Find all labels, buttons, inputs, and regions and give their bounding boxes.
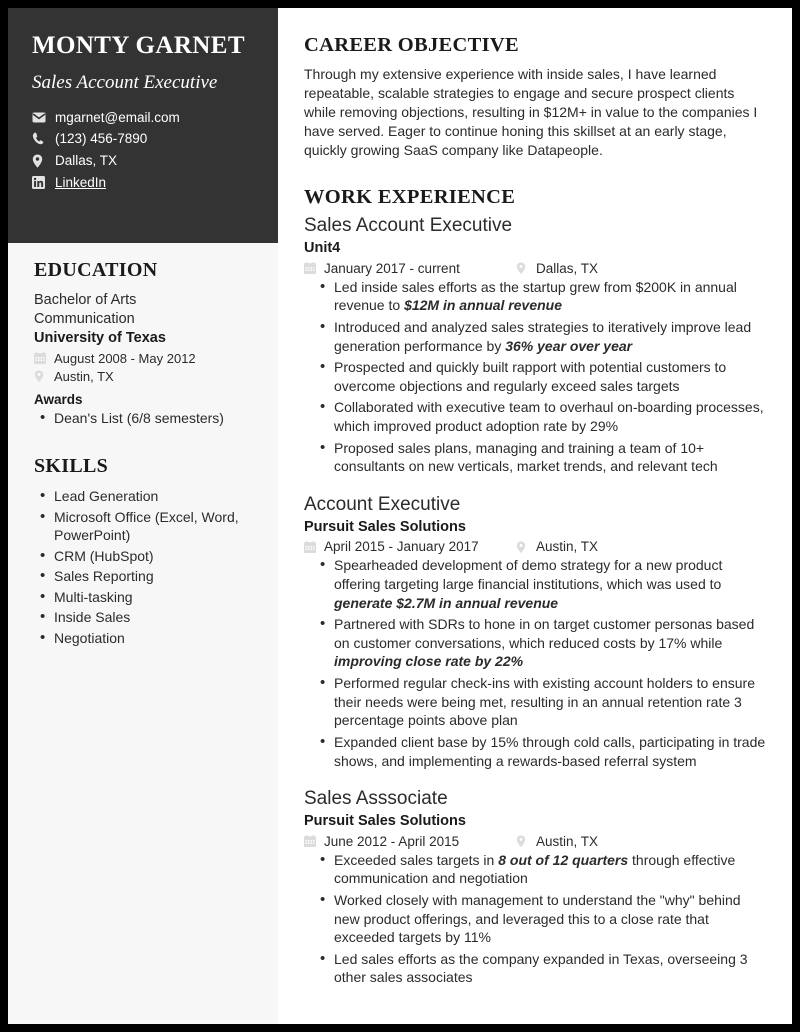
job-location-text: Austin, TX [536,833,599,849]
list-item: Worked closely with management to unders… [304,890,770,947]
list-item: Collaborated with executive team to over… [304,397,770,435]
job-location-text: Dallas, TX [536,260,599,276]
list-item: CRM (HubSpot) [34,546,256,566]
job-location: Dallas, TX [516,261,598,276]
location-pin-icon [516,262,531,275]
list-item: Exceeded sales targets in 8 out of 12 qu… [304,850,770,888]
job-dates: January 2017 - current [304,261,516,276]
education-degree-line2: Communication [34,310,135,327]
page-title: MONTY GARNET [32,32,245,59]
job-dates: April 2015 - January 2017 [304,539,516,554]
job-role: Account Executive [304,493,461,515]
career-objective-section: CAREER OBJECTIVE Through my extensive ex… [304,34,770,160]
list-item: Prospected and quickly built rapport wit… [304,357,770,395]
education-section: EDUCATION Bachelor of Arts Communication… [34,259,256,428]
contact-list: mgarnet@email.com (123) 456-7890 Dallas,… [32,111,254,190]
location-pin-icon [516,541,531,553]
location-pin-icon [34,370,49,383]
list-item: Led sales efforts as the company expande… [304,949,770,987]
job-role: Sales Account Executive [304,215,513,237]
awards-list: Dean's List (6/8 semesters) [34,408,256,428]
education-location-text: Austin, TX [54,368,114,384]
location-pin-icon [32,154,50,168]
list-item: Inside Sales [34,607,256,627]
contact-phone-text: (123) 456-7890 [55,131,148,147]
job-entry: Account Executive Pursuit Sales Solutions… [304,493,770,770]
education-dates-text: August 2008 - May 2012 [54,350,196,366]
list-item: Sales Reporting [34,566,256,586]
contact-email-text: mgarnet@email.com [55,109,180,125]
career-objective-heading: CAREER OBJECTIVE [304,34,519,56]
calendar-icon [304,540,319,553]
resume-page: MONTY GARNET Sales Account Executive mga… [8,8,792,1024]
header-block: MONTY GARNET Sales Account Executive mga… [8,8,278,243]
contact-item-linkedin[interactable]: LinkedIn [32,176,254,190]
phone-icon [32,132,50,145]
job-company: Pursuit Sales Solutions [304,518,466,535]
job-company: Unit4 [304,239,341,256]
job-location: Austin, TX [516,834,598,849]
skills-section: SKILLS Lead Generation Microsoft Office … [34,455,256,648]
education-heading: EDUCATION [34,259,158,281]
education-school: University of Texas [34,330,166,347]
career-objective-text: Through my extensive experience with ins… [304,66,758,159]
job-dates-text: June 2012 - April 2015 [324,833,460,849]
list-item: Multi-tasking [34,587,256,607]
contact-location-text: Dallas, TX [55,152,118,168]
list-item: Lead Generation [34,486,256,506]
job-entry: Sales Asssociate Pursuit Sales Solutions J… [304,787,770,987]
education-location-row: Austin, TX [34,369,256,384]
job-entry: Sales Account Executive Unit4 January 2017… [304,214,770,476]
job-location-text: Austin, TX [536,539,599,555]
location-pin-icon [516,835,531,848]
work-experience-list: Sales Account Executive Unit4 January 2017… [304,214,770,987]
list-item: Dean's List (6/8 semesters) [34,408,256,428]
contact-item-email[interactable]: mgarnet@email.com [32,111,254,125]
list-item: Introduced and analyzed sales strategies… [304,317,770,355]
main-content: CAREER OBJECTIVE Through my extensive ex… [280,8,792,1024]
sidebar-body: EDUCATION Bachelor of Arts Communication… [8,243,278,659]
job-bullets: Spearheaded development of demo strategy… [304,555,770,770]
job-company: Pursuit Sales Solutions [304,812,466,829]
job-bullets: Exceeded sales targets in 8 out of 12 qu… [304,850,770,987]
education-degree-line1: Bachelor of Arts [34,292,137,308]
job-dates-text: April 2015 - January 2017 [324,539,479,555]
header-job-title: Sales Account Executive [32,71,218,93]
education-dates-row: August 2008 - May 2012 [34,351,256,366]
contact-item-location: Dallas, TX [32,154,254,168]
job-location: Austin, TX [516,539,598,554]
calendar-icon [34,352,49,365]
skills-list: Lead Generation Microsoft Office (Excel,… [34,486,256,648]
calendar-icon [304,262,319,275]
envelope-icon [32,112,50,123]
list-item: Microsoft Office (Excel, Word, PowerPoin… [34,507,256,545]
job-bullets: Led inside sales efforts as the startup … [304,277,770,476]
list-item: Proposed sales plans, managing and train… [304,438,770,476]
job-meta: June 2012 - April 2015 Austin, TX [304,834,770,849]
list-item: Expanded client base by 15% through cold… [304,732,770,770]
sidebar: MONTY GARNET Sales Account Executive mga… [8,8,280,1024]
job-role: Sales Asssociate [304,788,448,810]
job-meta: January 2017 - current Dallas, TX [304,261,770,276]
calendar-icon [304,835,319,848]
linkedin-icon [32,175,50,189]
list-item: Led inside sales efforts as the startup … [304,277,770,315]
job-dates-text: January 2017 - current [324,260,460,276]
skills-heading: SKILLS [34,455,109,478]
contact-linkedin-link[interactable]: LinkedIn [55,176,106,190]
work-experience-heading: WORK EXPERIENCE [304,186,516,209]
awards-label: Awards [34,391,83,407]
job-meta: April 2015 - January 2017 Austin, TX [304,539,770,554]
contact-item-phone[interactable]: (123) 456-7890 [32,132,254,146]
list-item: Partnered with SDRs to hone in on target… [304,614,770,671]
list-item: Negotiation [34,628,256,648]
list-item: Performed regular check-ins with existin… [304,673,770,730]
list-item: Spearheaded development of demo strategy… [304,555,770,612]
job-dates: June 2012 - April 2015 [304,834,516,849]
